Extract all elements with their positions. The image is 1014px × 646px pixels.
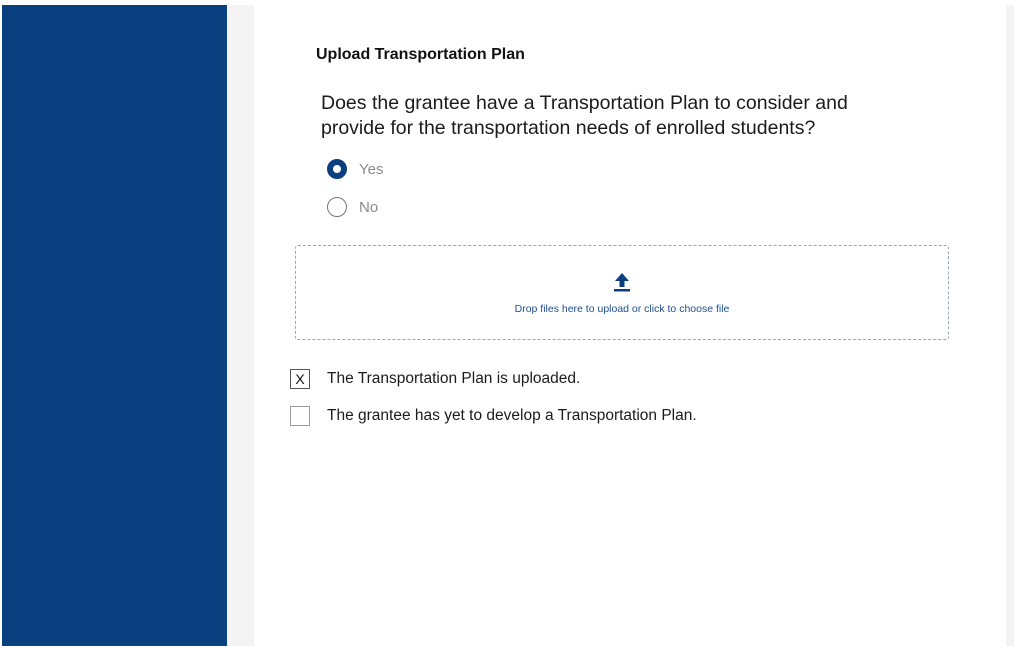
radio-label-yes: Yes [359, 160, 384, 178]
radio-unchecked-icon[interactable] [327, 197, 347, 217]
upload-icon [614, 273, 630, 292]
right-gutter [1006, 5, 1014, 646]
dropzone-instruction: Drop files here to upload or click to ch… [514, 303, 730, 315]
question-text: Does the grantee have a Transportation P… [321, 92, 848, 139]
radio-option-yes[interactable]: Yes [327, 158, 383, 180]
sidebar [2, 5, 227, 646]
checkbox-uploaded[interactable]: X [290, 369, 310, 389]
section-title: Upload Transportation Plan [316, 46, 525, 63]
file-dropzone[interactable]: Drop files here to upload or click to ch… [295, 245, 949, 340]
checkbox-label-uploaded: The Transportation Plan is uploaded. [327, 370, 581, 387]
checkbox-row-not-developed[interactable]: The grantee has yet to develop a Transpo… [290, 405, 697, 427]
radio-option-no[interactable]: No [327, 196, 378, 218]
radio-label-no: No [359, 198, 379, 216]
checkbox-not-developed[interactable] [290, 406, 310, 426]
radio-checked-icon[interactable] [327, 159, 347, 179]
checkbox-label-not-developed: The grantee has yet to develop a Transpo… [327, 407, 697, 424]
checkbox-row-uploaded[interactable]: X The Transportation Plan is uploaded. [290, 368, 580, 390]
left-gutter [227, 5, 254, 646]
